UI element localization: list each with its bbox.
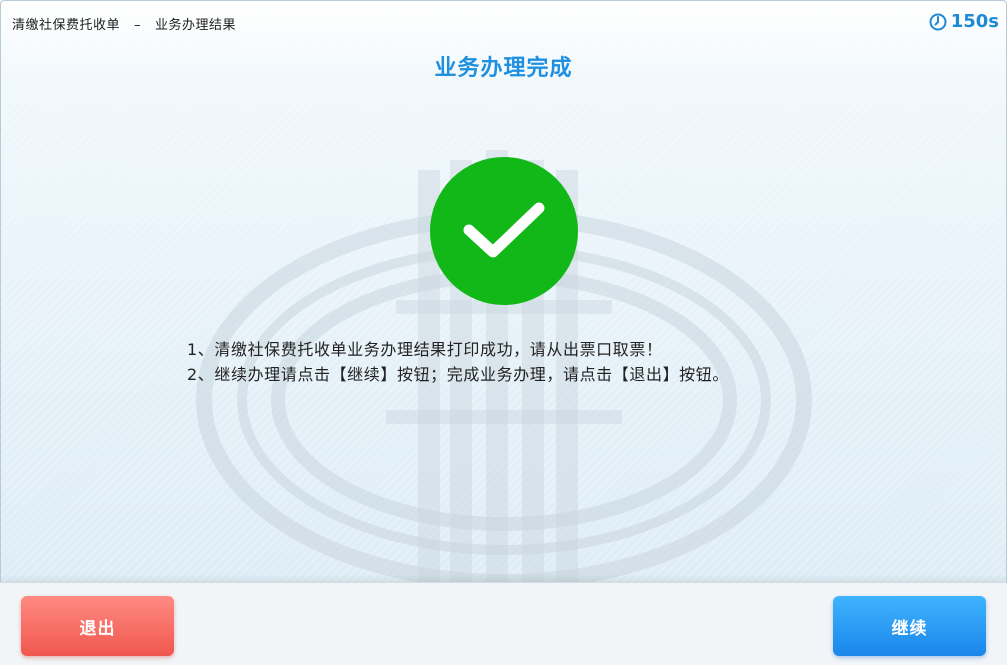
breadcrumb-page: 业务办理结果 — [155, 18, 237, 33]
breadcrumb-section: 清缴社保费托收单 — [12, 18, 121, 33]
clock-icon — [929, 13, 947, 30]
success-status — [430, 157, 578, 305]
exit-button[interactable]: 退出 — [21, 596, 174, 656]
breadcrumb-separator: – — [134, 18, 142, 33]
continue-button[interactable]: 继续 — [833, 596, 986, 656]
window-frame — [0, 0, 1007, 665]
message-line-1: 1、清缴社保费托收单业务办理结果打印成功，请从出票口取票！ — [187, 340, 663, 359]
message-line-2: 2、继续办理请点击【继续】按钮；完成业务办理，请点击【退出】按钮。 — [187, 365, 729, 384]
breadcrumb: 清缴社保费托收单 – 业务办理结果 — [12, 14, 236, 33]
countdown-timer: 150s — [929, 11, 999, 32]
checkmark-icon — [463, 202, 545, 258]
page-title: 业务办理完成 — [434, 56, 573, 81]
countdown-value: 150s — [950, 11, 999, 32]
result-messages: 1、清缴社保费托收单业务办理结果打印成功，请从出票口取票！ 2、继续办理请点击【… — [187, 337, 729, 387]
background-texture — [0, 0, 1007, 665]
footer-bar: 退出 继续 — [0, 582, 1007, 665]
